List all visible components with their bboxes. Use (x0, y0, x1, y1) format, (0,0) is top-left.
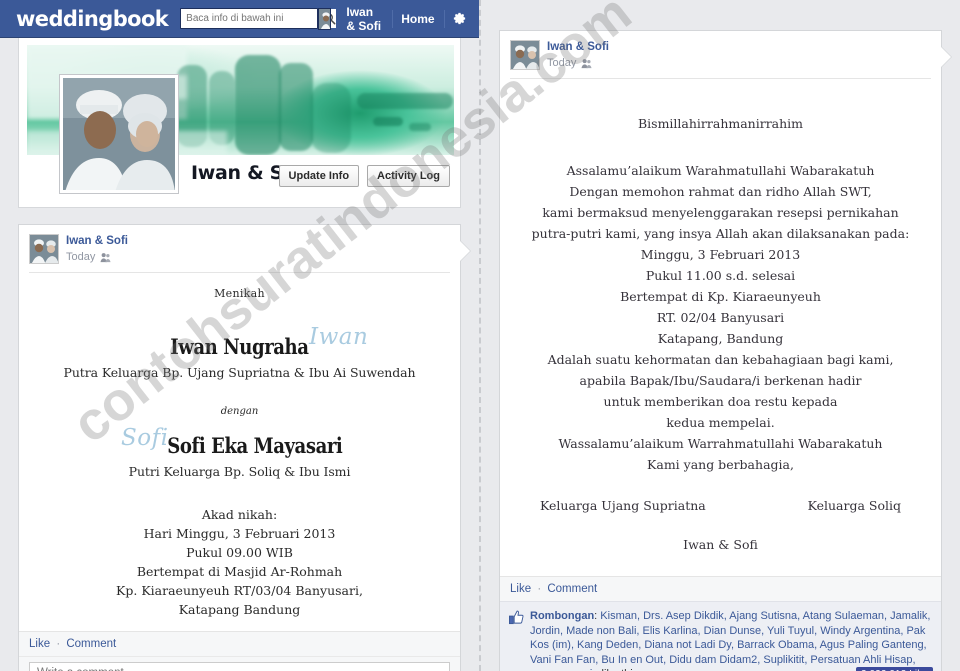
post-pointer (460, 241, 470, 261)
left-post-header: Iwan & Sofi Today (19, 225, 460, 272)
search-input[interactable] (181, 9, 324, 28)
left-like-comment-bar: Like · Comment (19, 631, 460, 656)
right-invitation-body: Bismillahirrahmanirrahim Assalamu’alaiku… (500, 79, 941, 576)
settings-button[interactable] (444, 11, 475, 26)
couple-signature: Iwan & Sofi (683, 537, 758, 552)
post-author-block: Iwan & Sofi Today (66, 234, 128, 265)
likes-summary-block: Rombongan: Kisman, Drs. Asep Dikdik, Aja… (500, 601, 941, 671)
akad-line-1: Pukul 09.00 WIB (186, 545, 293, 560)
left-comment-composer (19, 656, 460, 671)
like-link[interactable]: Like (510, 583, 531, 595)
gear-icon (454, 12, 466, 25)
profile-cover-card: Iwan & Sofi Update Info Activity Log (18, 38, 461, 208)
bismillah-line: Bismillahirrahmanirrahim (637, 116, 804, 131)
search-box[interactable] (180, 8, 337, 29)
groom-script-name: Iwan (309, 324, 369, 350)
invitation-line-1: Dengan memohon rahmat dan ridho Allah SW… (569, 184, 872, 199)
post-author-name[interactable]: Iwan & Sofi (547, 41, 609, 54)
bride-script-name: Sofi (121, 425, 169, 451)
nav-avatar[interactable] (318, 7, 332, 30)
comment-link[interactable]: Comment (66, 638, 116, 650)
akad-label: Akad nikah: (201, 507, 278, 522)
update-info-button[interactable]: Update Info (278, 165, 360, 187)
groom-name-row: Iwan Nugraha Iwan (35, 324, 444, 364)
family-right: Keluarga Soliq (807, 498, 901, 513)
invitation-line-4: Minggu, 3 Februari 2013 (640, 247, 801, 262)
thumbs-up-icon-wrap (509, 610, 524, 671)
right-post-header: Iwan & Sofi Today (500, 31, 941, 78)
nav-user-name[interactable]: Iwan & Sofi (337, 5, 391, 33)
invitation-line-9: Adalah suatu kehormatan dan kebahagiaan … (547, 352, 894, 367)
nav-right-group: Iwan & Sofi Home (318, 0, 475, 37)
akad-line-4: Katapang Bandung (178, 602, 301, 617)
post-meta: Today (66, 250, 128, 265)
invitation-line-2: kami bermaksud menyelenggarakan resepsi … (542, 205, 899, 220)
menikah-label: Menikah (214, 287, 265, 300)
post-meta: Today (547, 56, 609, 71)
right-like-comment-bar: Like · Comment (500, 576, 941, 601)
comment-input[interactable] (29, 662, 450, 671)
couple-portrait-icon (63, 78, 175, 190)
invitation-line-5: Pukul 11.00 s.d. selesai (645, 268, 796, 283)
groom-name: Iwan Nugraha (170, 334, 309, 359)
likes-leader-name[interactable]: Rombongan (530, 610, 594, 622)
post-author-avatar[interactable] (510, 40, 540, 70)
action-separator: · (537, 583, 542, 595)
bride-name: Sofi Eka Mayasari (166, 433, 343, 458)
invitation-line-12: kedua mempelai. (666, 415, 775, 430)
column-divider (479, 0, 481, 671)
invitation-line-10: apabila Bapak/Ibu/Saudara/i berkenan had… (579, 373, 862, 388)
comment-link[interactable]: Comment (547, 583, 597, 595)
left-post-card: Iwan & Sofi Today Menikah Iwan Nugraha I… (18, 224, 471, 671)
invitation-line-13: Wassalamu’alaikum Warrahmatullahi Wabara… (558, 436, 883, 451)
thumbs-up-icon (509, 610, 524, 625)
invitation-line-14: Kami yang berbahagia, (647, 457, 794, 472)
dengan-label: dengan (220, 406, 259, 417)
right-column: Iwan & Sofi Today Bismillahirrahmanirrah… (481, 0, 960, 671)
akad-line-3: Kp. Kiaraeunyeuh RT/03/04 Banyusari, (116, 583, 363, 598)
post-pointer (941, 47, 951, 67)
action-separator: · (56, 638, 61, 650)
post-author-block: Iwan & Sofi Today (547, 40, 609, 71)
site-logo[interactable]: weddingbook (16, 7, 169, 31)
left-invitation-body: Menikah Iwan Nugraha Iwan Putra Keluarga… (19, 273, 460, 631)
invitation-line-7: RT. 02/04 Banyusari (656, 310, 785, 325)
post-time: Today (66, 251, 96, 263)
like-link[interactable]: Like (29, 638, 50, 650)
groom-parents: Putra Keluarga Bp. Ujang Supriatna & Ibu… (63, 365, 416, 380)
couple-avatar-icon (511, 41, 539, 69)
nav-home-link[interactable]: Home (392, 12, 443, 26)
post-author-avatar[interactable] (29, 234, 59, 264)
akad-line-0: Hari Minggu, 3 Februari 2013 (143, 526, 336, 541)
invitation-line-3: putra-putri kami, yang insya Allah akan … (531, 226, 910, 241)
profile-picture[interactable] (59, 74, 179, 194)
post-author-name[interactable]: Iwan & Sofi (66, 235, 128, 248)
right-post-card: Iwan & Sofi Today Bismillahirrahmanirrah… (499, 30, 952, 671)
top-navigation-bar: weddingbook Baca info di bawah ini Iwan … (0, 0, 479, 38)
friends-icon (581, 59, 592, 69)
akad-line-2: Bertempat di Masjid Ar-Rohmah (136, 564, 343, 579)
left-column: weddingbook Baca info di bawah ini Iwan … (0, 0, 479, 671)
family-signature-row: Keluarga Ujang Supriatna Keluarga Soliq (522, 495, 919, 516)
cover-action-buttons: Update Info Activity Log (278, 165, 450, 187)
post-time: Today (547, 57, 577, 69)
like-count-badge: 3,022,013 Like (855, 666, 933, 671)
invitation-line-0: Assalamu’alaikum Warahmatullahi Wabaraka… (566, 163, 875, 178)
family-left: Keluarga Ujang Supriatna (540, 498, 706, 513)
friends-icon (100, 253, 111, 263)
bride-parents: Putri Keluarga Bp. Soliq & Ibu Ismi (128, 464, 351, 479)
profile-picture-image (63, 78, 175, 190)
couple-avatar-icon (319, 8, 331, 29)
activity-log-button[interactable]: Activity Log (367, 165, 450, 187)
bride-name-row: Sofi Sofi Eka Mayasari (35, 425, 444, 463)
invitation-line-8: Katapang, Bandung (657, 331, 784, 346)
couple-avatar-icon (30, 235, 58, 263)
invitation-line-11: untuk memberikan doa restu kepada (603, 394, 838, 409)
invitation-line-6: Bertempat di Kp. Kiaraeunyeuh (620, 289, 821, 304)
likes-text: Rombongan: Kisman, Drs. Asep Dikdik, Aja… (530, 609, 932, 671)
